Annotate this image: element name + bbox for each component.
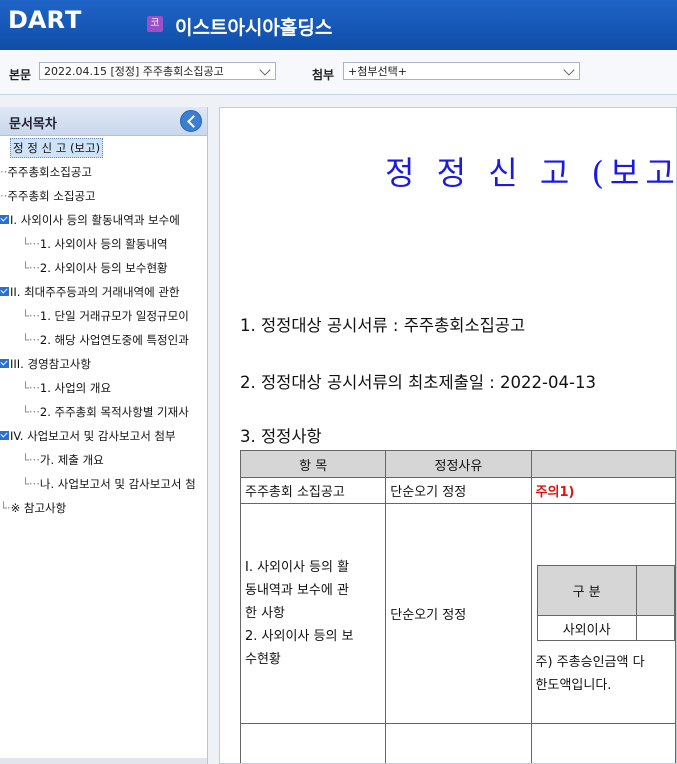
table-row: 주주총회 소집공고 단순오기 정정 주의1) bbox=[239, 477, 676, 504]
corp-type-badge: 코 bbox=[147, 16, 163, 32]
note-line: 주) 주총승인금액 다 bbox=[535, 655, 645, 670]
toc-item[interactable]: IV. 사업보고서 및 감사보고서 첨부 bbox=[0, 427, 176, 445]
table-note: 주) 주총승인금액 다 한도액입니다. bbox=[536, 651, 645, 697]
document-title: 정 정 신 고 (보고 bbox=[385, 154, 677, 192]
toc-item-label: 2. 해당 사업연도중에 특정인과 bbox=[39, 333, 189, 347]
table-cell: 주의1) bbox=[530, 477, 676, 504]
body-select[interactable]: 2022.04.15 [정정] 주주총회소집공고 bbox=[39, 62, 276, 80]
toc-item-label: 1. 사업의 개요 bbox=[39, 381, 112, 395]
note-line: 한도액입니다. bbox=[535, 678, 612, 693]
toc-item-label: 주주총회 소집공고 bbox=[7, 189, 96, 203]
toc-item[interactable]: └···2. 사외이사 등의 보수현황 bbox=[22, 259, 168, 277]
body-label: 본문 bbox=[9, 68, 32, 82]
table-cell: 단순오기 정정 bbox=[385, 477, 532, 504]
toc-item-label: ※ 참고사항 bbox=[10, 501, 67, 515]
toc-panel: 문서목차 정 정 신 고 (보고) ··주주총회소집공고 ··주주총회 소집공고… bbox=[0, 107, 208, 764]
toc-item[interactable]: └···2. 주주총회 목적사항별 기재사 bbox=[22, 403, 189, 421]
toc-item-label: 나. 사업보고서 및 감사보고서 첨 bbox=[39, 477, 196, 491]
toc-item[interactable]: III. 경영참고사항 bbox=[0, 355, 91, 373]
toc-item-label: I. 사외이사 등의 활동내역과 보수에 bbox=[10, 213, 180, 227]
note-reference: 주의1) bbox=[535, 485, 575, 500]
toc-item-label: 정 정 신 고 (보고) bbox=[13, 141, 101, 155]
company-name: 이스트아시아홀딩스 bbox=[175, 17, 333, 39]
cell-line: 한 사항 bbox=[245, 606, 286, 621]
inner-header-cut bbox=[635, 565, 676, 616]
correction-heading: 3. 정정사항 bbox=[240, 427, 322, 446]
toc-item-label: 주주총회소집공고 bbox=[7, 165, 92, 179]
tree-line: └··· bbox=[22, 333, 40, 347]
expand-icon[interactable] bbox=[0, 287, 9, 296]
tree-line: └··· bbox=[22, 381, 40, 395]
toc-item-label: 1. 사외이사 등의 활동내역 bbox=[39, 237, 168, 251]
attach-select[interactable]: +첨부선택+ bbox=[343, 62, 580, 80]
logo-text: DAR bbox=[8, 6, 65, 34]
toc-item-label: III. 경영참고사항 bbox=[10, 357, 91, 371]
toc-item[interactable]: └···1. 사업의 개요 bbox=[22, 379, 111, 397]
toc-item-label: II. 최대주주등과의 거래내역에 관한 bbox=[10, 285, 180, 299]
tree-line: └··· bbox=[22, 261, 40, 275]
document-viewer: 정 정 신 고 (보고 1. 정정대상 공시서류 : 주주총회소집공고 2. 정… bbox=[219, 107, 677, 764]
cell-line: 2. 사외이사 등의 보 bbox=[245, 629, 354, 644]
table-cell: I. 사외이사 등의 활 동내역과 보수에 관 한 사항 2. 사외이사 등의 … bbox=[239, 503, 387, 724]
table-cell: 구 분 사외이사 주) 주총승인금액 다 한도액입니다. bbox=[530, 503, 676, 724]
table-cell: 주주총회 소집공고 bbox=[239, 477, 387, 504]
toc-item[interactable]: └···가. 제출 개요 bbox=[22, 451, 104, 469]
attach-select-value: +첨부선택+ bbox=[348, 65, 407, 78]
first-submission-date: 2. 정정대상 공시서류의 최초제출일 : 2022-04-13 bbox=[240, 373, 596, 392]
collapse-toc-button[interactable] bbox=[180, 110, 202, 132]
tree-line: └··· bbox=[22, 453, 40, 467]
attach-label: 첨부 bbox=[312, 68, 335, 82]
tree-line: └··· bbox=[22, 405, 40, 419]
toc-item[interactable]: ··주주총회 소집공고 bbox=[0, 187, 96, 205]
toc-item[interactable]: └···나. 사업보고서 및 감사보고서 첨 bbox=[22, 475, 196, 493]
toc-header: 문서목차 bbox=[0, 107, 207, 136]
toc-scrollbar[interactable] bbox=[0, 758, 207, 764]
top-header-bar: DART 코 이스트아시아홀딩스 bbox=[0, 0, 677, 50]
tree-line: └··· bbox=[22, 477, 40, 491]
toc-item-label: 2. 사외이사 등의 보수현황 bbox=[39, 261, 168, 275]
tree-line: └· bbox=[0, 501, 11, 515]
toc-item[interactable]: └···1. 사외이사 등의 활동내역 bbox=[22, 235, 168, 253]
table-cell: 단순오기 정정 bbox=[385, 503, 532, 724]
tree-line: └··· bbox=[22, 237, 40, 251]
table-cell bbox=[239, 723, 387, 763]
inner-cell: 사외이사 bbox=[536, 615, 637, 641]
dart-logo[interactable]: DART bbox=[8, 6, 83, 34]
toc-item-label: 가. 제출 개요 bbox=[39, 453, 104, 467]
toc-item-label: 2. 주주총회 목적사항별 기재사 bbox=[39, 405, 189, 419]
correction-table: 항 목 정정사유 주주총회 소집공고 단순오기 정정 주의1) I. 사외이사 … bbox=[239, 450, 676, 763]
cell-line: 수현황 bbox=[245, 652, 281, 667]
inner-header: 구 분 bbox=[536, 565, 637, 616]
tree-line: └··· bbox=[22, 309, 40, 323]
column-header: 항 목 bbox=[239, 450, 387, 478]
toc-title: 문서목차 bbox=[9, 117, 57, 132]
column-header bbox=[530, 450, 676, 478]
toc-item[interactable]: II. 최대주주등과의 거래내역에 관한 bbox=[0, 283, 180, 301]
expand-icon[interactable] bbox=[0, 431, 9, 440]
body-select-value: 2022.04.15 [정정] 주주총회소집공고 bbox=[44, 65, 224, 78]
expand-icon[interactable] bbox=[0, 359, 9, 368]
toc-item[interactable]: └···2. 해당 사업연도중에 특정인과 bbox=[22, 331, 189, 349]
chevron-down-icon bbox=[259, 64, 271, 76]
table-row bbox=[239, 723, 676, 763]
toc-item-label: IV. 사업보고서 및 감사보고서 첨부 bbox=[10, 429, 176, 443]
toc-item[interactable]: └·※ 참고사항 bbox=[0, 499, 66, 517]
correction-target: 1. 정정대상 공시서류 : 주주총회소집공고 bbox=[240, 316, 526, 335]
inner-table: 구 분 사외이사 bbox=[536, 565, 676, 641]
chevron-down-icon bbox=[563, 64, 575, 76]
column-header: 정정사유 bbox=[385, 450, 532, 478]
table-header-row: 항 목 정정사유 bbox=[239, 450, 676, 478]
cell-line: I. 사외이사 등의 활 bbox=[245, 560, 350, 575]
toc-item-label: 1. 단일 거래규모가 일정규모이 bbox=[39, 309, 189, 323]
table-row: I. 사외이사 등의 활 동내역과 보수에 관 한 사항 2. 사외이사 등의 … bbox=[239, 503, 676, 724]
table-cell bbox=[530, 723, 676, 763]
toc-item[interactable]: ··주주총회소집공고 bbox=[0, 163, 92, 181]
cell-line: 동내역과 보수에 관 bbox=[245, 583, 349, 598]
toc-item[interactable]: └···1. 단일 거래규모가 일정규모이 bbox=[22, 307, 189, 325]
inner-cell bbox=[635, 615, 676, 641]
toc-item[interactable]: I. 사외이사 등의 활동내역과 보수에 bbox=[0, 211, 180, 229]
expand-icon[interactable] bbox=[0, 215, 9, 224]
toc-item-correction[interactable]: 정 정 신 고 (보고) bbox=[10, 138, 104, 158]
table-cell bbox=[385, 723, 532, 763]
